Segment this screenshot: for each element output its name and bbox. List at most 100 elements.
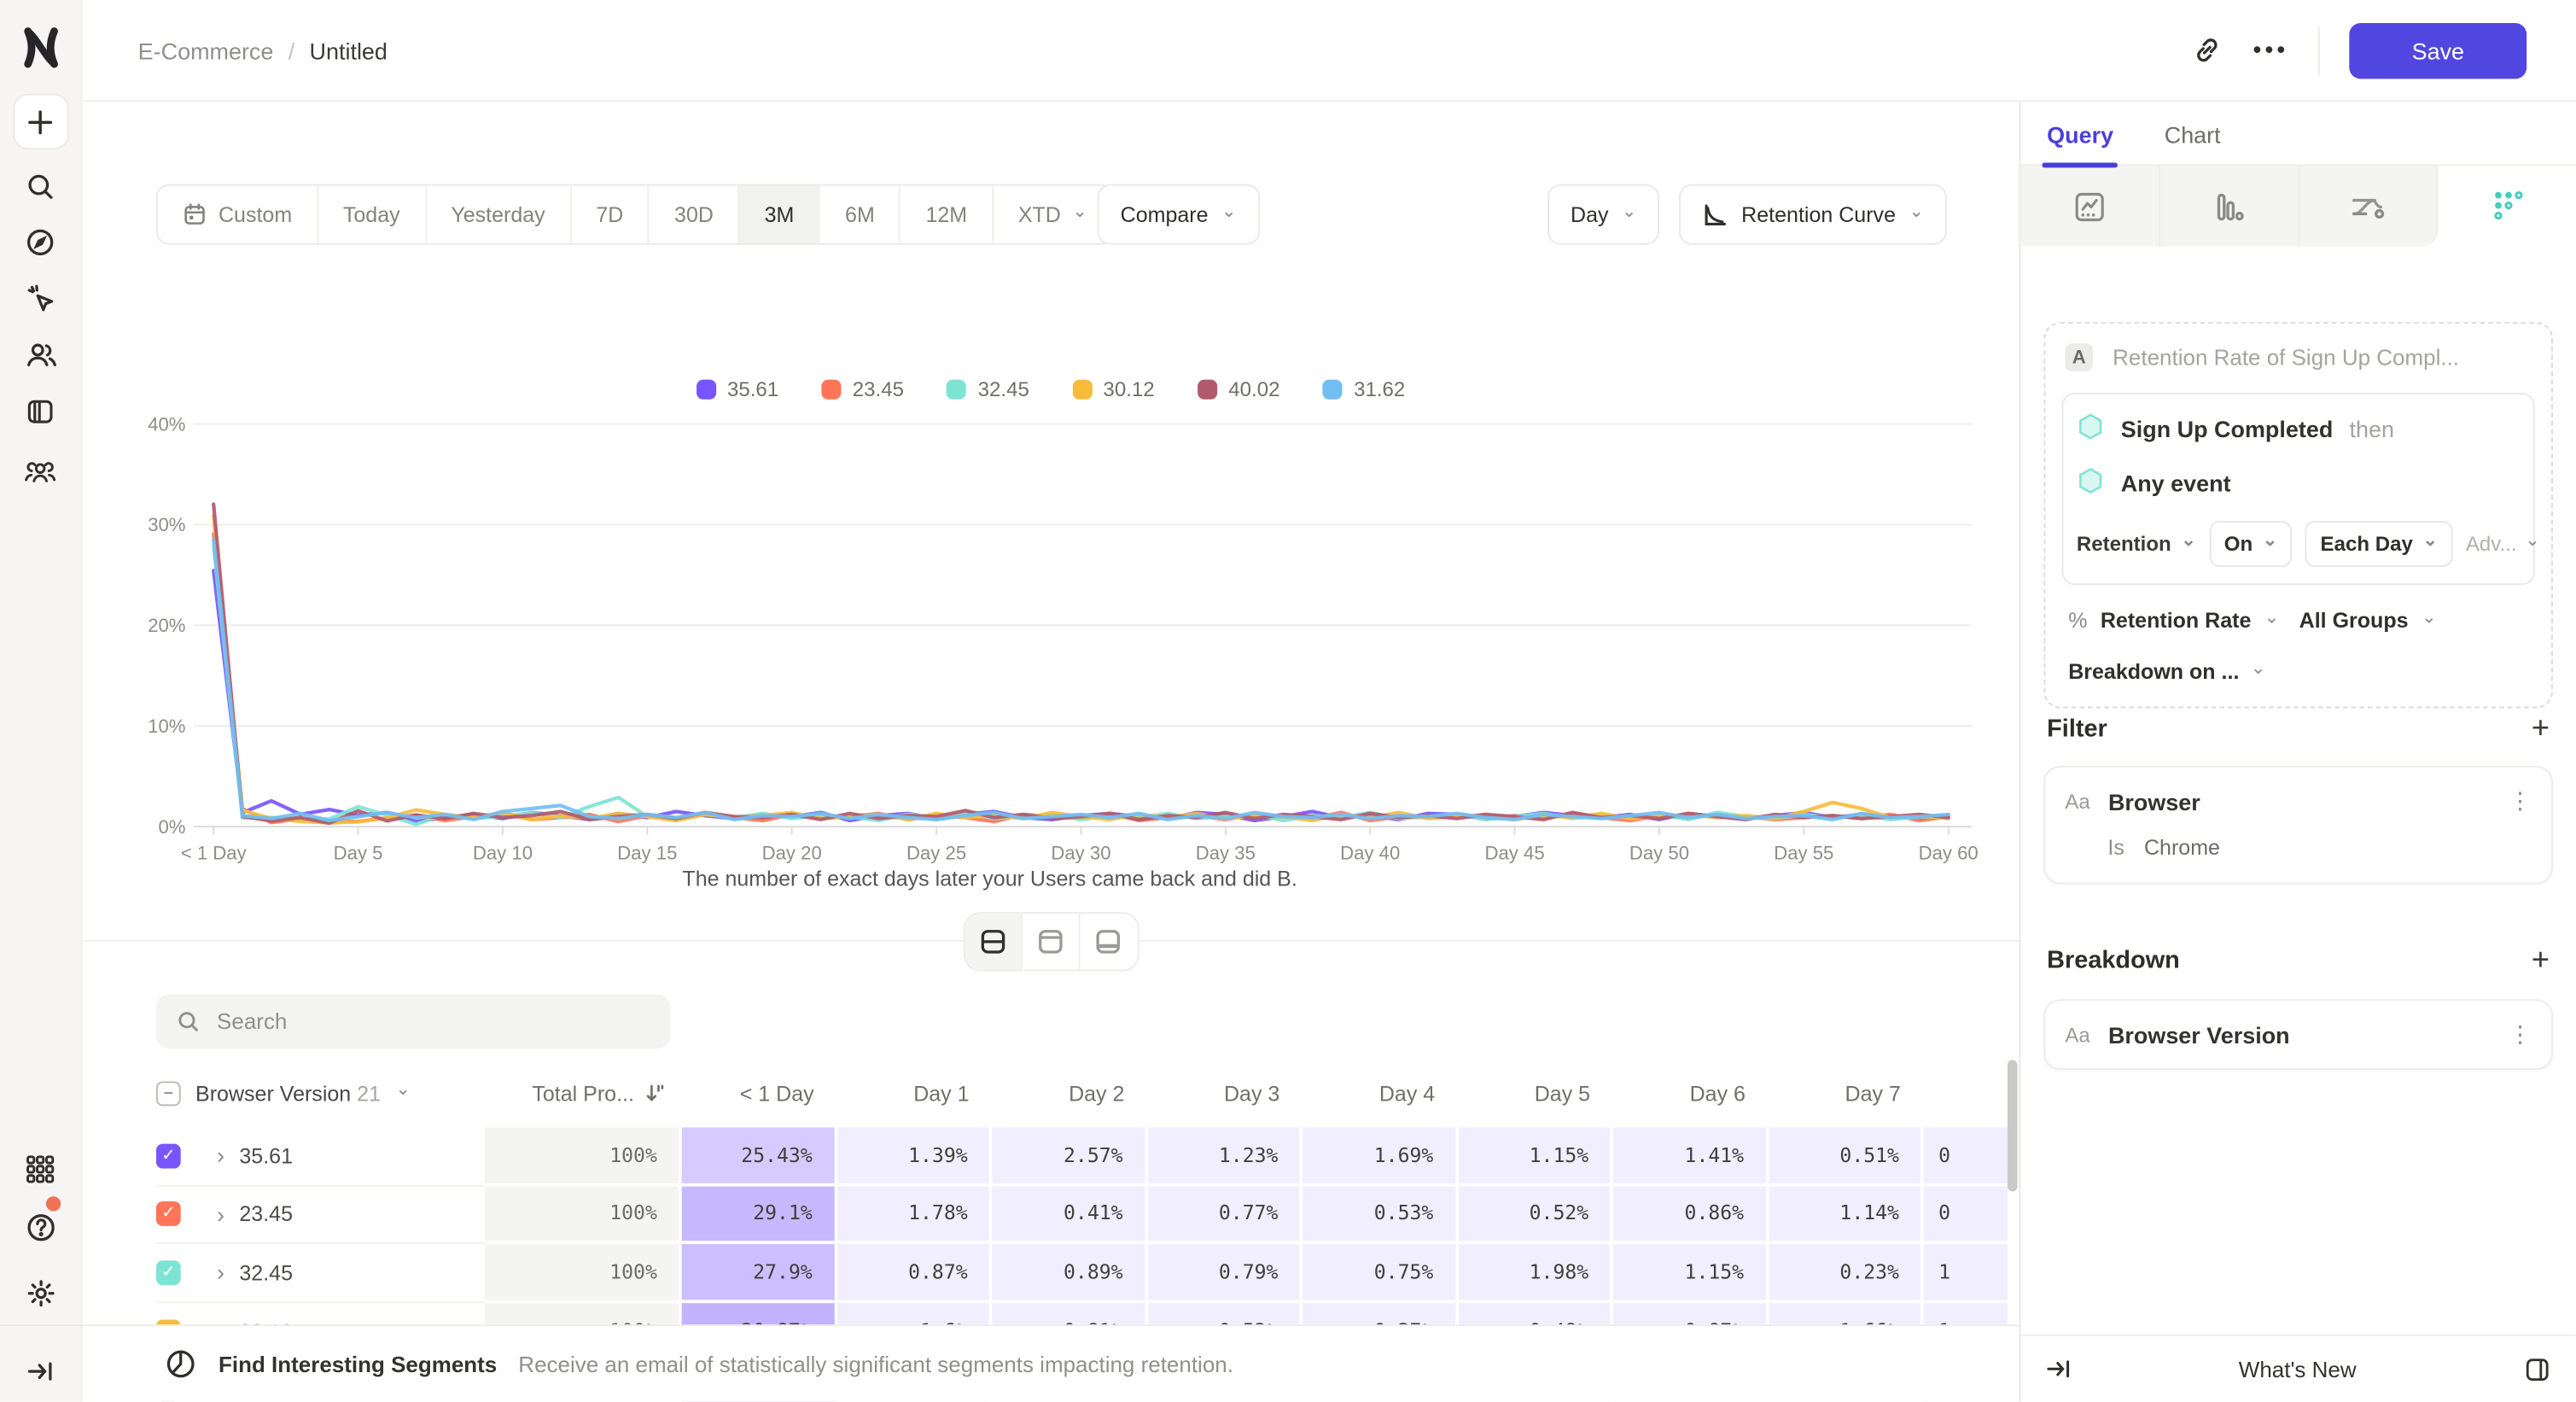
filter-card[interactable]: Aa Browser ⋮ Is Chrome (2043, 766, 2553, 885)
row-checkbox[interactable]: ✓ (156, 1260, 181, 1285)
date-range-custom[interactable]: Custom (158, 185, 318, 242)
panel-layout-icon[interactable] (2523, 1355, 2551, 1383)
settings-gear-icon[interactable] (12, 1265, 67, 1321)
each-day-dropdown[interactable]: Each Day⌄ (2305, 521, 2452, 567)
date-range-yesterday[interactable]: Yesterday (426, 185, 571, 242)
copy-link-icon[interactable] (2192, 34, 2223, 66)
tab-query[interactable]: Query (2047, 121, 2113, 164)
collapse-panel-icon[interactable] (2045, 1358, 2072, 1381)
retention-cell-clipped[interactable]: 1 (1924, 1244, 2008, 1303)
report-type-flows-icon[interactable] (2299, 166, 2439, 246)
retention-cell[interactable]: 0.53% (1303, 1186, 1458, 1245)
retention-cell[interactable]: 0.86% (1613, 1186, 1769, 1245)
more-menu-icon[interactable]: ••• (2253, 36, 2288, 64)
retention-cell[interactable]: 1.39% (837, 1127, 993, 1186)
day-column-header[interactable]: Day 6 (1613, 1080, 1769, 1105)
measure-dropdown[interactable]: Retention Rate (2101, 608, 2252, 633)
retention-cell[interactable]: 1.78% (837, 1186, 993, 1245)
apps-grid-icon[interactable] (12, 1141, 67, 1196)
retention-cell[interactable]: 29.1% (682, 1186, 837, 1245)
row-checkbox[interactable]: ✓ (156, 1202, 181, 1227)
expand-sidebar-icon[interactable] (12, 1342, 67, 1398)
date-range-12m[interactable]: 12M (901, 185, 994, 242)
mixpanel-logo[interactable] (21, 26, 61, 69)
users-nav-icon[interactable] (12, 327, 67, 383)
retention-cell[interactable]: 0.89% (993, 1244, 1148, 1303)
total-column-header[interactable]: Total Pro... (485, 1080, 682, 1105)
retention-cell[interactable]: 1.98% (1458, 1244, 1613, 1303)
row-checkbox[interactable]: ✓ (156, 1143, 181, 1168)
retention-cell[interactable]: 27.9% (682, 1244, 837, 1303)
search-nav-icon[interactable] (12, 158, 67, 213)
retention-cell[interactable]: 25.43% (682, 1127, 837, 1186)
select-all-checkbox[interactable]: – (156, 1080, 181, 1105)
row-expander-icon[interactable]: › (217, 1201, 224, 1228)
compare-button[interactable]: Compare⌄ (1098, 184, 1260, 245)
retention-cell[interactable]: 1.69% (1303, 1127, 1458, 1186)
day-column-header[interactable]: Day 2 (993, 1080, 1148, 1105)
granularity-dropdown[interactable]: Day⌄ (1547, 184, 1660, 245)
date-range-30d[interactable]: 30D (650, 185, 740, 242)
groups-dropdown[interactable]: All Groups (2299, 608, 2409, 633)
filter-kebab-menu-icon[interactable]: ⋮ (2509, 787, 2532, 815)
day-column-header[interactable]: Day 4 (1303, 1080, 1458, 1105)
retention-cell-clipped[interactable]: 0 (1924, 1186, 2008, 1245)
retention-cell[interactable]: 1.15% (1458, 1127, 1613, 1186)
advanced-dropdown[interactable]: Adv...⌄ (2466, 533, 2540, 556)
date-range-today[interactable]: Today (318, 185, 426, 242)
retention-cell[interactable]: 0.77% (1147, 1186, 1303, 1245)
retention-cell[interactable]: 1.41% (1613, 1127, 1769, 1186)
row-expander-icon[interactable]: › (217, 1142, 224, 1169)
retention-cell[interactable]: 2.57% (993, 1127, 1148, 1186)
view-toggle-chart[interactable] (1022, 914, 1079, 969)
view-toggle-split[interactable] (965, 914, 1022, 969)
on-dropdown[interactable]: On⌄ (2209, 521, 2292, 567)
retention-cell[interactable]: 0.41% (993, 1186, 1148, 1245)
retention-cell[interactable]: 0.52% (1458, 1186, 1613, 1245)
breakdown-card[interactable]: Aa Browser Version ⋮ (2043, 999, 2553, 1070)
filter-operator[interactable]: Is (2107, 835, 2124, 860)
add-filter-button[interactable]: + (2532, 713, 2550, 745)
retention-cell[interactable]: 1.14% (1769, 1186, 1924, 1245)
report-type-insights-icon[interactable] (2020, 166, 2159, 246)
search-input[interactable] (217, 1009, 650, 1034)
filter-value[interactable]: Chrome (2144, 835, 2220, 860)
event-step-b[interactable]: Any event (2077, 467, 2521, 499)
event-step-a[interactable]: Sign Up Completed then (2077, 412, 2521, 444)
day-column-header[interactable]: Day 5 (1458, 1080, 1613, 1105)
row-expander-icon[interactable]: › (217, 1259, 224, 1286)
day-column-header[interactable]: < 1 Day (682, 1080, 837, 1105)
report-title[interactable]: Untitled (310, 37, 388, 63)
report-type-retention-icon[interactable] (2439, 166, 2576, 246)
day-column-header[interactable]: Day 3 (1147, 1080, 1303, 1105)
create-new-button[interactable] (12, 94, 67, 149)
retention-cell[interactable]: 0.87% (837, 1244, 993, 1303)
interesting-segments-bar[interactable]: Find Interesting Segments Receive an ema… (82, 1324, 2019, 1401)
segments-title[interactable]: Find Interesting Segments (219, 1352, 497, 1376)
group-column-header[interactable]: Browser Version 21 (195, 1080, 381, 1105)
date-range-7d[interactable]: 7D (571, 185, 650, 242)
retention-cell[interactable]: 1.15% (1613, 1244, 1769, 1303)
chart-type-dropdown[interactable]: Retention Curve⌄ (1679, 184, 1947, 245)
add-breakdown-button[interactable]: + (2532, 945, 2550, 977)
tab-chart[interactable]: Chart (2165, 121, 2221, 164)
query-title[interactable]: Retention Rate of Sign Up Compl... (2113, 345, 2459, 370)
help-icon[interactable] (12, 1200, 67, 1255)
breadcrumb-project[interactable]: E-Commerce (138, 37, 274, 63)
date-range-3m[interactable]: 3M (740, 185, 820, 242)
retention-type-dropdown[interactable]: Retention⌄ (2077, 533, 2196, 556)
breakdown-on-dropdown[interactable]: Breakdown on ... (2068, 659, 2239, 684)
report-type-funnels-icon[interactable] (2159, 166, 2299, 246)
table-search[interactable] (156, 994, 670, 1049)
retention-cell[interactable]: 0.79% (1147, 1244, 1303, 1303)
view-toggle-table[interactable] (1080, 914, 1137, 969)
events-click-icon[interactable] (12, 272, 67, 327)
save-button[interactable]: Save (2349, 22, 2526, 78)
retention-cell[interactable]: 0.75% (1303, 1244, 1458, 1303)
whats-new-link[interactable]: What's New (2072, 1357, 2523, 1382)
breakdown-kebab-menu-icon[interactable]: ⋮ (2509, 1020, 2532, 1049)
discover-compass-icon[interactable] (12, 213, 67, 269)
cohorts-nav-icon[interactable] (12, 444, 67, 499)
day-column-header[interactable]: Day 1 (837, 1080, 993, 1105)
retention-cell[interactable]: 0.51% (1769, 1127, 1924, 1186)
